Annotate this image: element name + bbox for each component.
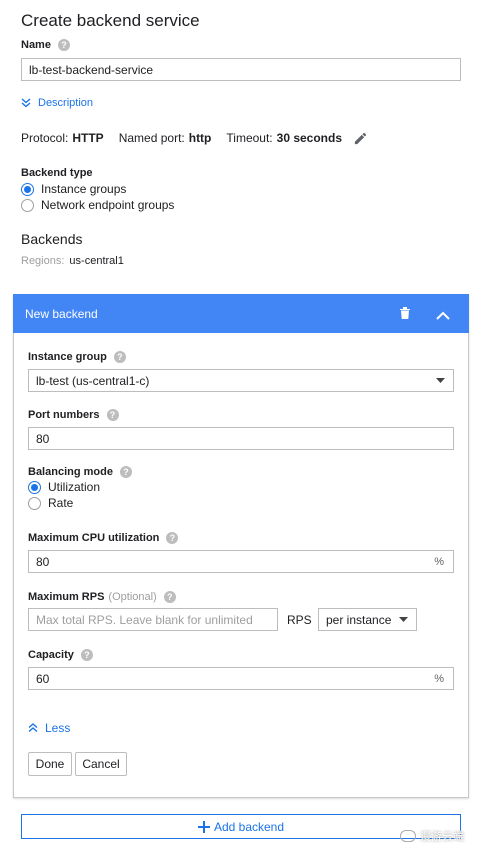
watermark: 漫游云端 <box>400 828 464 844</box>
instance-group-value: lb-test (us-central1-c) <box>36 373 150 388</box>
timeout-label: Timeout: <box>226 131 273 145</box>
page-title: Create backend service <box>21 11 200 30</box>
max-rps-input[interactable]: Max total RPS. Leave blank for unlimited <box>28 608 278 631</box>
rps-scope-value: per instance <box>326 612 392 627</box>
max-rps-label-text: Maximum RPS <box>28 591 105 603</box>
name-input[interactable]: lb-test-backend-service <box>21 58 461 81</box>
trash-icon[interactable] <box>399 306 411 323</box>
regions-label: Regions: <box>21 255 65 267</box>
protocol-value: HTTP <box>72 131 104 145</box>
radio-label: Rate <box>48 496 74 510</box>
description-toggle[interactable]: Description <box>21 97 93 109</box>
instance-group-label: Instance group ? <box>28 351 126 363</box>
rps-unit-label: RPS <box>287 613 312 627</box>
max-cpu-input[interactable]: 80 % <box>28 550 454 573</box>
add-backend-label: Add backend <box>213 819 285 834</box>
radio-rate[interactable]: Rate <box>28 495 73 511</box>
done-button[interactable]: Done <box>28 752 72 776</box>
watermark-text: 漫游云端 <box>420 831 464 843</box>
name-label: Name ? <box>21 39 70 51</box>
help-icon[interactable]: ? <box>80 649 93 661</box>
backends-heading: Backends <box>21 231 83 247</box>
backend-type-label: Backend type <box>21 167 93 179</box>
optional-hint: (Optional) <box>108 591 157 603</box>
instance-group-select[interactable]: lb-test (us-central1-c) <box>28 369 454 392</box>
less-toggle[interactable]: Less <box>28 721 70 735</box>
radio-selected-icon <box>21 182 34 196</box>
radio-unselected-icon <box>21 198 34 212</box>
cancel-button[interactable]: Cancel <box>75 752 127 776</box>
radio-utilization[interactable]: Utilization <box>28 479 100 495</box>
radio-label: Instance groups <box>41 182 127 196</box>
max-cpu-label-text: Maximum CPU utilization <box>28 532 160 544</box>
radio-label: Utilization <box>48 480 101 494</box>
capacity-value: 60 <box>36 671 50 686</box>
percent-suffix: % <box>434 556 444 568</box>
balancing-mode-label-text: Balancing mode <box>28 466 113 478</box>
port-numbers-label-text: Port numbers <box>28 409 100 421</box>
balancing-mode-label: Balancing mode ? <box>28 466 132 478</box>
instance-group-label-text: Instance group <box>28 351 107 363</box>
service-summary: Protocol: HTTP Named port: http Timeout:… <box>21 131 342 145</box>
port-numbers-label: Port numbers ? <box>28 409 119 421</box>
named-port-value: http <box>188 131 212 145</box>
capacity-input[interactable]: 60 % <box>28 667 454 690</box>
help-icon[interactable]: ? <box>57 39 70 51</box>
help-icon[interactable]: ? <box>113 351 126 363</box>
plus-icon <box>197 820 210 833</box>
name-label-text: Name <box>21 39 51 51</box>
max-cpu-label: Maximum CPU utilization ? <box>28 532 179 544</box>
regions-value: us-central1 <box>69 255 124 267</box>
chat-bubble-icon <box>400 830 416 842</box>
radio-selected-icon <box>28 480 41 494</box>
chevron-up-icon[interactable] <box>436 309 450 323</box>
help-icon[interactable]: ? <box>163 591 176 603</box>
new-backend-title: New backend <box>25 306 98 321</box>
less-toggle-label: Less <box>45 721 71 735</box>
radio-network-endpoint-groups[interactable]: Network endpoint groups <box>21 197 174 213</box>
radio-instance-groups[interactable]: Instance groups <box>21 181 126 197</box>
regions-line: Regions: us-central1 <box>21 255 124 267</box>
max-rps-label: Maximum RPS (Optional) ? <box>28 591 176 603</box>
protocol-label: Protocol: <box>21 131 69 145</box>
help-icon[interactable]: ? <box>166 532 179 544</box>
capacity-label: Capacity ? <box>28 649 93 661</box>
edit-icon[interactable] <box>353 131 368 149</box>
help-icon[interactable]: ? <box>119 466 132 478</box>
max-cpu-value: 80 <box>36 554 50 569</box>
add-backend-button[interactable]: Add backend <box>21 814 461 839</box>
named-port-label: Named port: <box>118 131 185 145</box>
dropdown-arrow-icon <box>436 378 445 383</box>
radio-label: Network endpoint groups <box>41 198 175 212</box>
description-toggle-label: Description <box>38 97 94 109</box>
percent-suffix: % <box>434 673 444 685</box>
dropdown-arrow-icon <box>399 617 408 622</box>
radio-unselected-icon <box>28 496 41 510</box>
help-icon[interactable]: ? <box>106 409 119 421</box>
double-chevron-up-icon <box>28 723 38 733</box>
double-chevron-down-icon <box>21 98 31 108</box>
capacity-label-text: Capacity <box>28 649 74 661</box>
port-numbers-input[interactable]: 80 <box>28 427 454 450</box>
timeout-value: 30 seconds <box>276 131 343 145</box>
rps-scope-select[interactable]: per instance <box>318 608 417 631</box>
